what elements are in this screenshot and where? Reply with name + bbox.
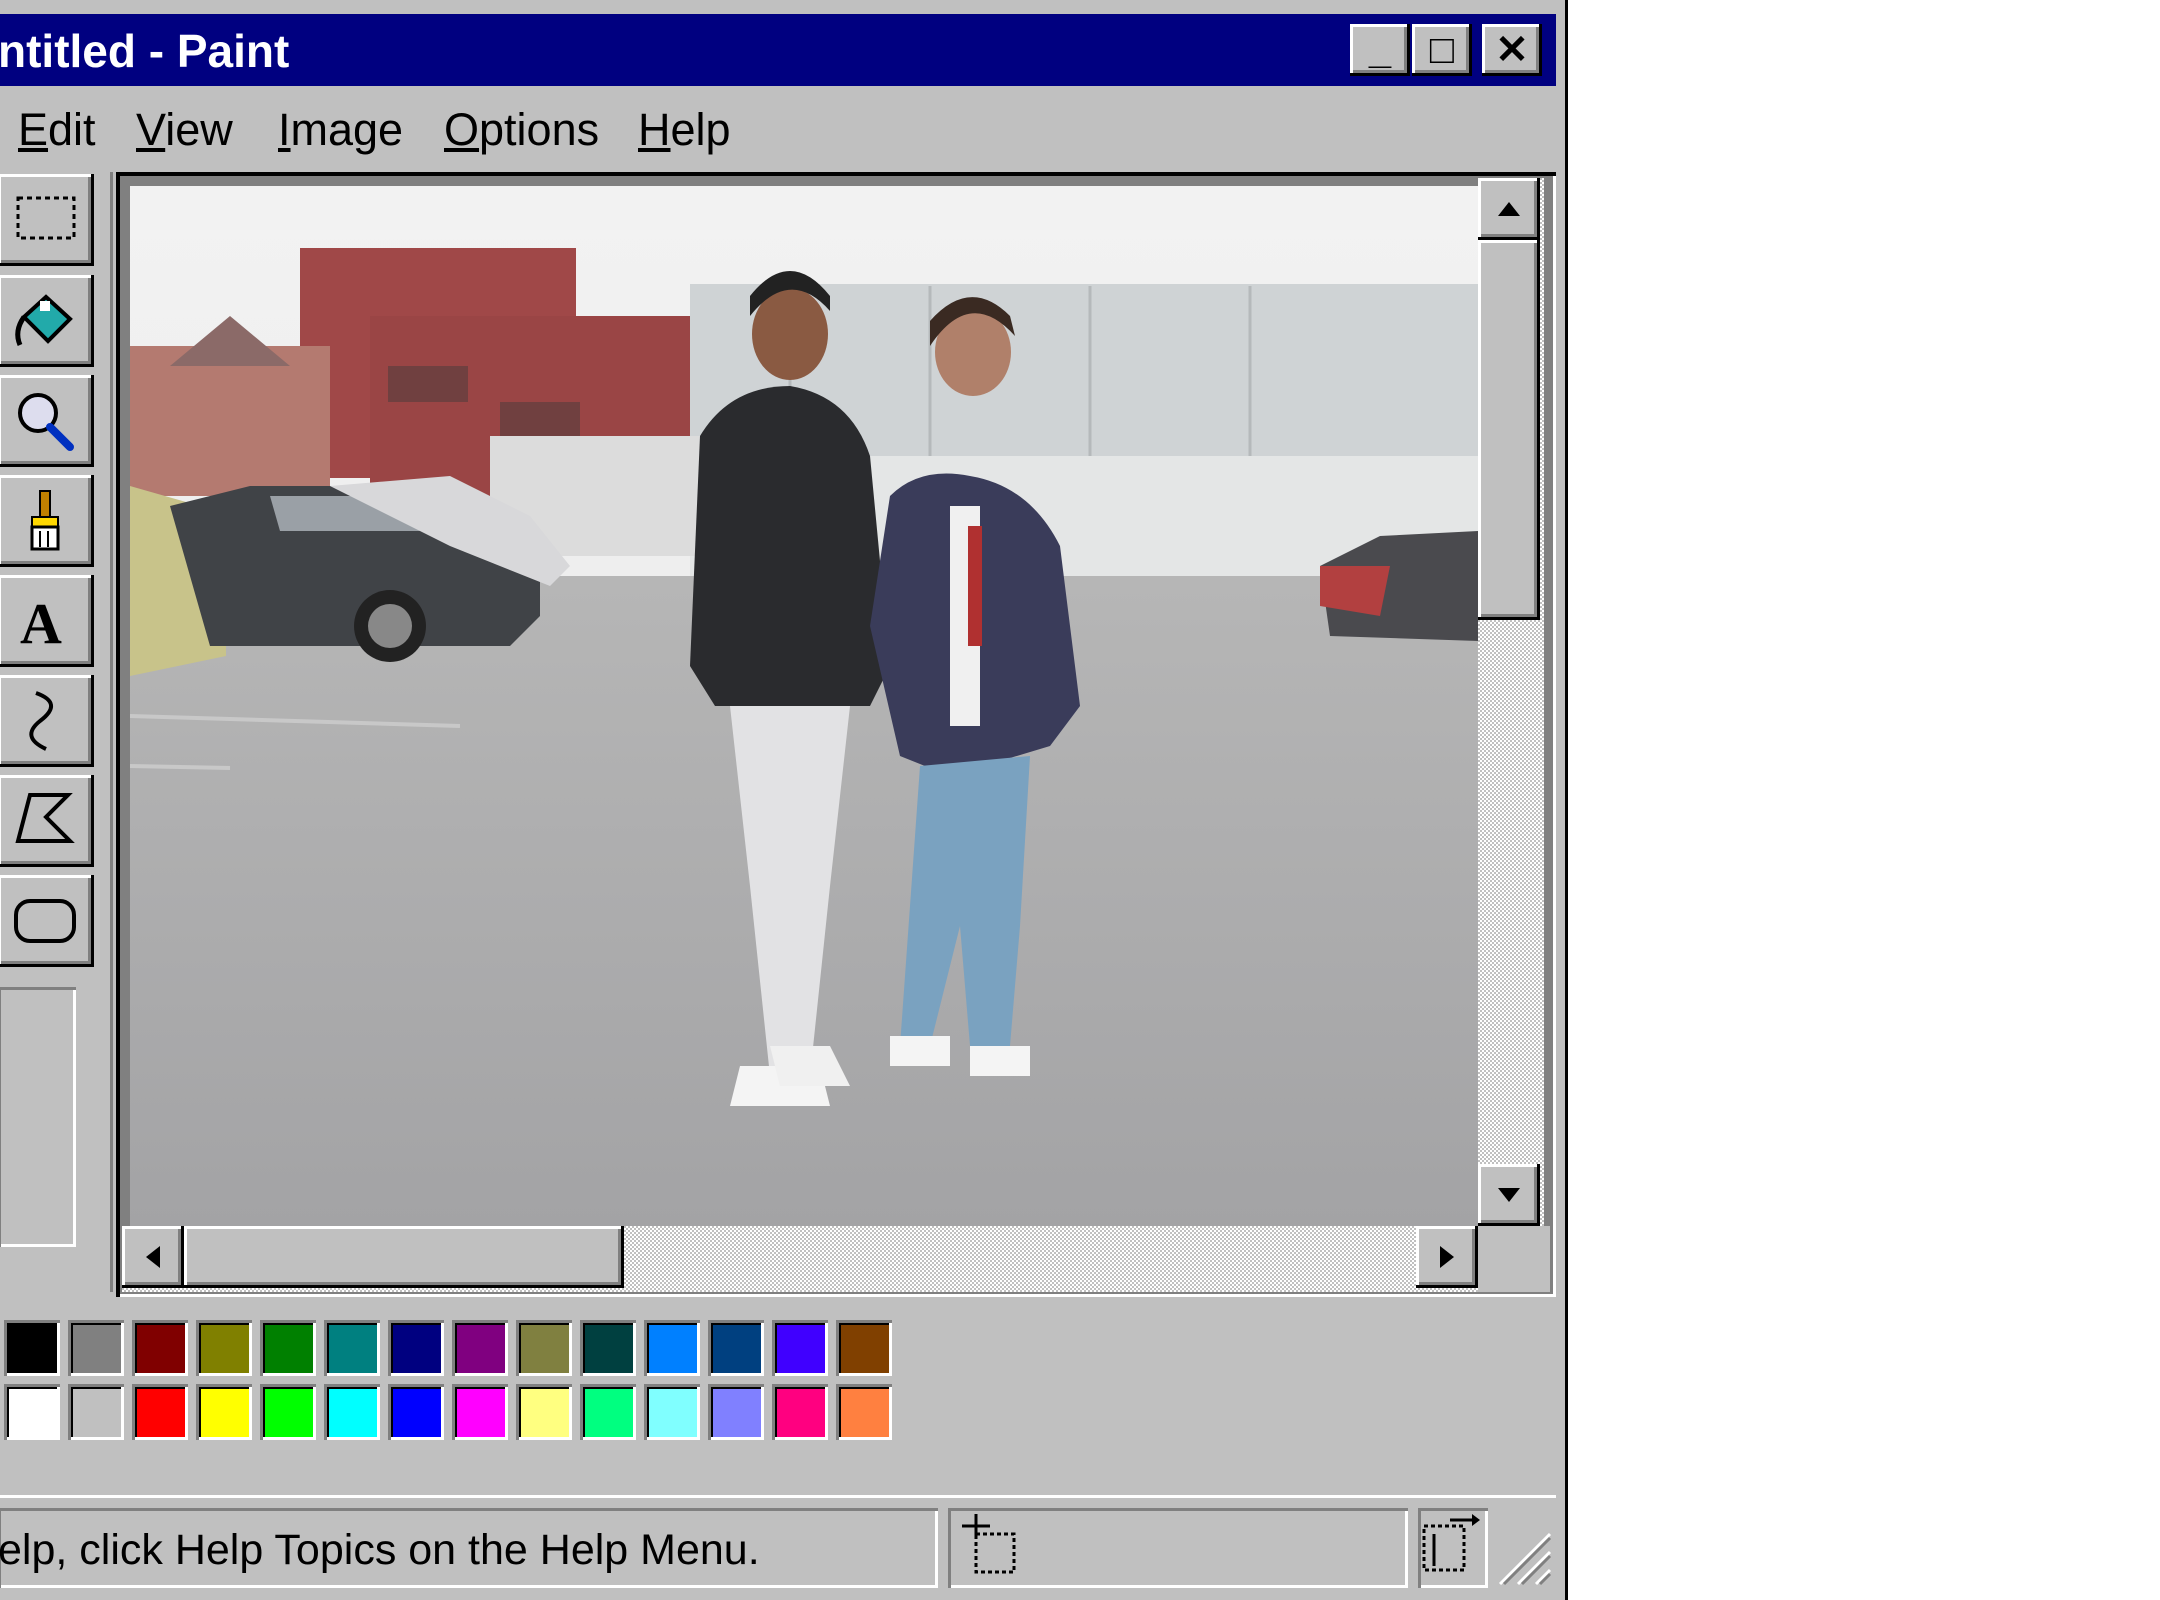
palette-swatch[interactable] — [388, 1384, 444, 1440]
menu-edit[interactable]: Edit — [18, 104, 96, 156]
toolbox: A — [0, 172, 113, 1292]
svg-text:A: A — [20, 591, 62, 655]
palette-swatch[interactable] — [516, 1384, 572, 1440]
palette-swatch[interactable] — [132, 1320, 188, 1376]
status-size-pane — [1418, 1508, 1488, 1588]
close-icon: ✕ — [1495, 28, 1529, 72]
select-tool[interactable] — [0, 174, 94, 266]
palette-swatch[interactable] — [68, 1384, 124, 1440]
rounded-rectangle-tool[interactable] — [0, 875, 94, 967]
status-message: elp, click Help Topics on the Help Menu. — [0, 1526, 760, 1574]
magnifier-tool[interactable] — [0, 375, 94, 467]
palette-swatch[interactable] — [516, 1320, 572, 1376]
paint-bucket-icon — [15, 294, 73, 346]
palette-swatch[interactable] — [708, 1320, 764, 1376]
brush-icon — [30, 490, 60, 551]
menu-view[interactable]: View — [136, 104, 233, 156]
minimize-button[interactable]: _ — [1350, 24, 1410, 76]
arrow-up-icon — [1498, 202, 1520, 216]
maximize-icon: □ — [1429, 28, 1455, 72]
resize-grip-icon[interactable] — [1490, 1524, 1554, 1588]
menu-image[interactable]: Image — [278, 104, 403, 156]
scrollbar-corner — [1478, 1226, 1550, 1292]
palette-swatch[interactable] — [260, 1384, 316, 1440]
horizontal-scrollbar[interactable] — [122, 1226, 1478, 1292]
status-position-pane — [948, 1508, 1408, 1588]
tool-options-panel[interactable] — [0, 987, 76, 1247]
text-tool[interactable]: A — [0, 575, 94, 667]
curve-tool[interactable] — [0, 675, 94, 767]
horizontal-scroll-thumb[interactable] — [184, 1226, 624, 1288]
scroll-up-button[interactable] — [1478, 178, 1540, 240]
scroll-left-button[interactable] — [122, 1226, 184, 1288]
palette-swatch[interactable] — [196, 1384, 252, 1440]
paint-window: ntitled - Paint _ □ ✕ Edit View Image Op… — [0, 0, 1568, 1600]
canvas-area — [116, 172, 1556, 1297]
menu-options[interactable]: Options — [444, 104, 599, 156]
palette-swatch[interactable] — [580, 1384, 636, 1440]
palette-swatch[interactable] — [452, 1320, 508, 1376]
palette-swatch[interactable] — [388, 1320, 444, 1376]
curve-icon — [29, 691, 53, 751]
close-button[interactable]: ✕ — [1482, 24, 1542, 76]
palette-swatch[interactable] — [324, 1384, 380, 1440]
palette-swatch[interactable] — [324, 1320, 380, 1376]
palette-swatch[interactable] — [836, 1384, 892, 1440]
palette-swatch[interactable] — [644, 1384, 700, 1440]
title-bar[interactable]: ntitled - Paint _ □ ✕ — [0, 14, 1556, 86]
fill-tool[interactable] — [0, 275, 94, 367]
photo-image — [130, 186, 1478, 1226]
menu-bar: Edit View Image Options Help — [0, 96, 1556, 166]
scroll-right-button[interactable] — [1416, 1226, 1478, 1288]
window-title: ntitled - Paint — [0, 25, 290, 77]
menu-help[interactable]: Help — [638, 104, 731, 156]
palette-swatch[interactable] — [580, 1320, 636, 1376]
palette-swatch[interactable] — [452, 1384, 508, 1440]
arrow-right-icon — [1440, 1246, 1454, 1268]
palette-swatch[interactable] — [772, 1384, 828, 1440]
arrow-down-icon — [1498, 1188, 1520, 1202]
minimize-icon: _ — [1368, 28, 1392, 72]
polygon-icon — [15, 793, 75, 843]
vertical-scroll-thumb[interactable] — [1478, 240, 1540, 620]
selection-size-icon — [1422, 1514, 1480, 1572]
palette-swatch[interactable] — [132, 1384, 188, 1440]
magnifier-icon — [18, 393, 74, 451]
brush-tool[interactable] — [0, 475, 94, 567]
palette-swatch[interactable] — [644, 1320, 700, 1376]
maximize-button[interactable]: □ — [1412, 24, 1472, 76]
cursor-position-icon — [962, 1514, 1016, 1574]
rounded-rectangle-icon — [14, 899, 76, 943]
palette-swatch[interactable] — [708, 1384, 764, 1440]
status-message-pane: elp, click Help Topics on the Help Menu. — [0, 1508, 938, 1588]
palette-swatch[interactable] — [68, 1320, 124, 1376]
arrow-left-icon — [146, 1246, 160, 1268]
palette-swatch[interactable] — [836, 1320, 892, 1376]
palette-swatch[interactable] — [4, 1384, 60, 1440]
select-rectangle-icon — [16, 196, 76, 240]
vertical-scrollbar[interactable] — [1478, 178, 1544, 1228]
palette-swatch[interactable] — [4, 1320, 60, 1376]
palette-swatch[interactable] — [196, 1320, 252, 1376]
palette-swatch[interactable] — [260, 1320, 316, 1376]
color-palette — [0, 1320, 908, 1460]
palette-swatch[interactable] — [772, 1320, 828, 1376]
polygon-tool[interactable] — [0, 775, 94, 867]
text-icon: A — [20, 591, 62, 655]
canvas-image[interactable] — [130, 186, 1478, 1226]
scroll-down-button[interactable] — [1478, 1164, 1540, 1226]
status-bar: elp, click Help Topics on the Help Menu. — [0, 1495, 1556, 1598]
